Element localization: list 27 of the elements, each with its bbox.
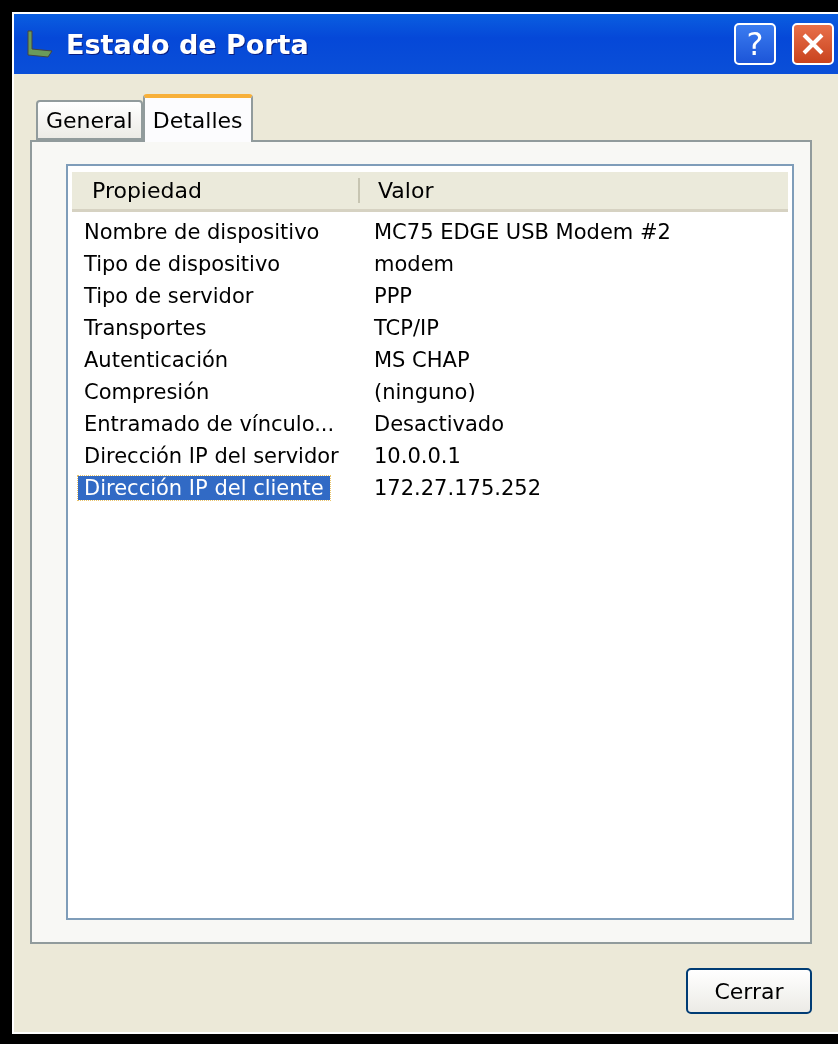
value-cell-text: MC75 EDGE USB Modem #2: [373, 220, 672, 244]
property-cell[interactable]: Nombre de dispositivo: [78, 220, 326, 244]
property-cell[interactable]: Entramado de vínculo...: [78, 412, 341, 436]
value-cell-text: PPP: [373, 284, 413, 308]
property-cell[interactable]: Tipo de dispositivo: [78, 252, 287, 276]
property-cell[interactable]: Transportes: [78, 316, 213, 340]
value-cell-text: MS CHAP: [373, 348, 471, 372]
value-cell-text: (ninguno): [373, 380, 477, 404]
tab[interactable]: Detalles: [142, 94, 253, 142]
tab[interactable]: General: [36, 100, 143, 140]
value-cell-text: TCP/IP: [373, 316, 440, 340]
close-dialog-button[interactable]: Cerrar: [686, 968, 812, 1014]
property-cell[interactable]: Compresión: [78, 380, 216, 404]
value-cell-text: 172.27.175.252: [373, 476, 542, 500]
value-cell-text: Desactivado: [373, 412, 505, 436]
property-cell[interactable]: Tipo de servidor: [78, 284, 260, 308]
value-cell-text: modem: [373, 252, 455, 276]
help-button[interactable]: ?: [734, 23, 776, 65]
column-header[interactable]: Propiedad: [72, 178, 358, 203]
column-header[interactable]: Valor: [358, 178, 788, 203]
property-cell[interactable]: Dirección IP del servidor: [78, 444, 345, 468]
close-icon: [800, 31, 826, 57]
window-title: Estado de Porta: [66, 28, 310, 60]
property-cell[interactable]: Dirección IP del cliente: [78, 476, 330, 500]
property-cell[interactable]: Autenticación: [78, 348, 235, 372]
value-cell-text: 10.0.0.1: [373, 444, 462, 468]
close-button[interactable]: [792, 23, 834, 65]
